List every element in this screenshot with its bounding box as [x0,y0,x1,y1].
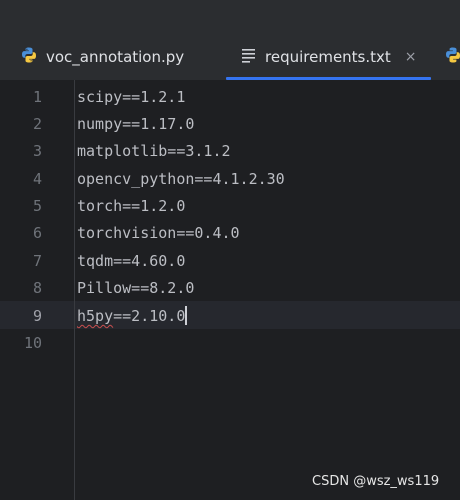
line-number: 1 [32,88,42,106]
misspelled-word[interactable]: h5py [77,307,113,325]
line-number: 7 [32,252,42,270]
tab-voc-annotation[interactable]: voc_annotation.py [20,40,184,74]
code-line[interactable]: 1 scipy==1.2.1 [0,83,460,111]
line-text[interactable]: torchvision==0.4.0 [77,219,240,247]
tab-overflow-partial[interactable] [444,40,460,74]
line-number: 6 [32,224,42,242]
line-number: 8 [32,279,42,297]
line-number: 5 [32,197,42,215]
tab-label: requirements.txt [265,48,391,66]
text-file-icon [241,47,257,67]
code-line[interactable]: 5 torch==1.2.0 [0,192,460,220]
code-line-current[interactable]: 9 h5py==2.10.0 [0,302,460,330]
line-text[interactable]: scipy==1.2.1 [77,83,185,111]
line-text[interactable]: torch==1.2.0 [77,192,185,220]
tab-label: voc_annotation.py [46,48,185,66]
watermark-text: CSDN @wsz_ws119 [312,474,440,489]
line-text[interactable]: tqdm==4.60.0 [77,247,185,275]
tab-requirements[interactable]: requirements.txt × [241,40,417,74]
line-text[interactable]: h5py==2.10.0 [77,302,188,330]
line-number: 10 [23,334,42,352]
code-line[interactable]: 3 matplotlib==3.1.2 [0,137,460,165]
code-line[interactable]: 10 [0,329,460,357]
line-text[interactable]: opencv_python==4.1.2.30 [77,165,285,193]
line-text[interactable]: matplotlib==3.1.2 [77,137,231,165]
python-icon [20,46,38,68]
line-text-rest[interactable]: ==2.10.0 [113,307,185,325]
code-line[interactable]: 8 Pillow==8.2.0 [0,274,460,302]
code-line[interactable]: 2 numpy==1.17.0 [0,110,460,138]
python-icon [444,46,460,68]
editor-tab-bar: voc_annotation.py requirements.txt × [0,0,460,80]
text-caret [185,306,188,325]
line-number: 2 [32,115,42,133]
line-number: 9 [32,307,42,325]
line-text[interactable]: Pillow==8.2.0 [77,274,194,302]
code-line[interactable]: 4 opencv_python==4.1.2.30 [0,165,460,193]
line-text[interactable]: numpy==1.17.0 [77,110,194,138]
code-line[interactable]: 6 torchvision==0.4.0 [0,219,460,247]
line-number: 4 [32,170,42,188]
close-icon[interactable]: × [405,50,417,64]
code-line[interactable]: 7 tqdm==4.60.0 [0,247,460,275]
line-number: 3 [32,142,42,160]
